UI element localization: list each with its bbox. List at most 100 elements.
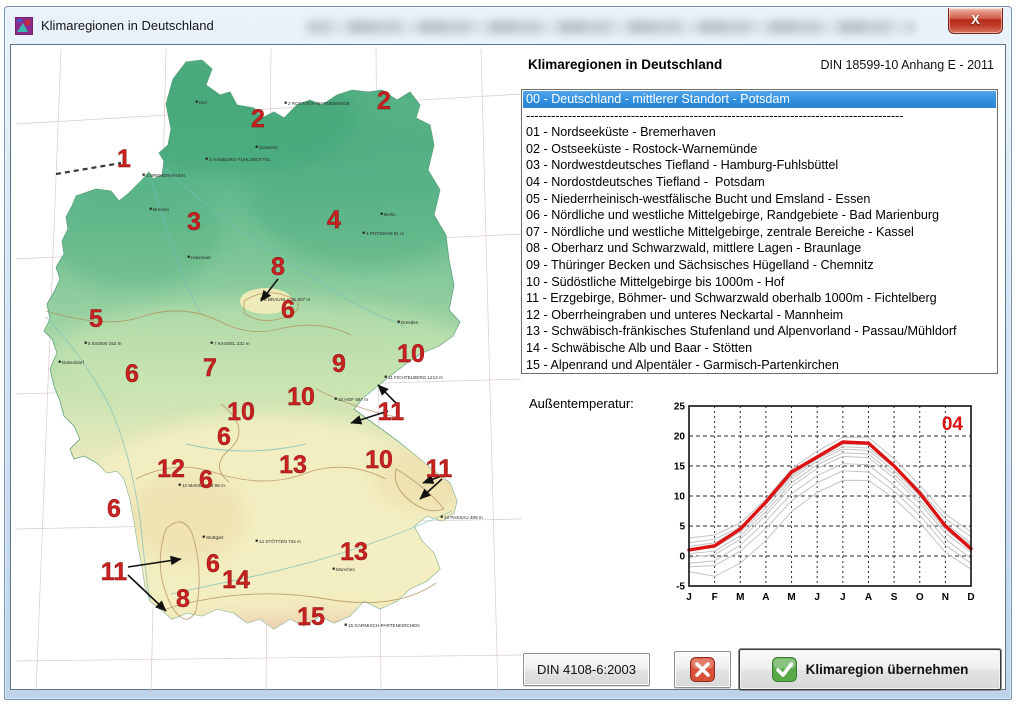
chart-ytick-label: -5 — [676, 582, 685, 593]
city-dot — [345, 624, 347, 626]
blurred-title-text — [305, 20, 915, 34]
region-number: 6 — [281, 296, 295, 324]
listbox-item[interactable]: 13 - Schwäbisch-fränkisches Stufenland u… — [523, 323, 996, 340]
listbox-item[interactable]: 08 - Oberharz und Schwarzwald, mittlere … — [523, 240, 996, 257]
city-label: Düsseldorf — [62, 360, 85, 365]
city-dot — [333, 568, 335, 570]
panel-heading: Klimaregionen in Deutschland — [528, 57, 722, 72]
listbox-item[interactable]: 12 - Oberrheingraben und unteres Neckart… — [523, 307, 996, 324]
region-number: 5 — [89, 305, 103, 333]
chart-ytick-label: 5 — [679, 522, 685, 533]
region-number: 4 — [327, 206, 341, 234]
city-dot — [179, 484, 181, 486]
city-label: Kiel — [199, 100, 207, 105]
city-dot — [59, 361, 61, 363]
region-number: 10 — [227, 398, 255, 426]
city-label: Stuttgart — [206, 535, 224, 540]
city-label: 7 KASSEL 231 m — [214, 341, 250, 346]
city-label: 3 HAMBURG-FUHLSBÜTTEL — [209, 156, 271, 162]
region-number: 7 — [203, 354, 217, 382]
window-icon — [15, 17, 33, 35]
chart-xtick-label: J — [840, 592, 846, 603]
region-number: 6 — [107, 495, 121, 523]
city-label: Dresden — [401, 320, 419, 325]
island-chain — [56, 163, 121, 174]
chart-xtick-label: F — [712, 592, 718, 603]
titlebar: Klimaregionen in Deutschland X — [5, 7, 1011, 44]
listbox-item[interactable]: 06 - Nördliche und westliche Mittelgebir… — [523, 207, 996, 224]
region-number: 15 — [297, 603, 325, 631]
chart-ytick-label: 10 — [674, 492, 686, 503]
region-number: 10 — [287, 383, 315, 411]
chart-ytick-label: 0 — [679, 552, 685, 563]
chart-xtick-label: D — [967, 592, 974, 603]
listbox-item[interactable]: 15 - Alpenrand und Alpentäler - Garmisch… — [523, 357, 996, 374]
city-dot — [398, 321, 400, 323]
listbox-item[interactable]: 04 - Nordostdeutsches Tiefland - Potsdam — [523, 174, 996, 191]
germany-climate-map: Kiel2 ROSTOCK-WARNEMÜNDESchwerin3 HAMBUR… — [16, 49, 521, 694]
region-number: 6 — [217, 423, 231, 451]
listbox-item[interactable]: 05 - Niederrheinisch-westfälische Bucht … — [523, 191, 996, 208]
region-number: 11 — [378, 398, 405, 426]
chart-xtick-label: S — [891, 592, 898, 603]
outside-temperature-label: Außentemperatur: — [529, 396, 634, 411]
cancel-button[interactable] — [674, 651, 731, 688]
din-standard-reference: DIN 18599-10 Anhang E - 2011 — [820, 58, 994, 72]
city-label: 1 BREMERHAVEN — [146, 173, 185, 178]
chart-xtick-label: A — [865, 592, 872, 603]
city-label: Bremen — [153, 207, 170, 212]
apply-climate-region-button[interactable]: Klimaregion übernehmen — [739, 649, 1001, 690]
city-dot — [363, 232, 365, 234]
city-label: 5 ESSEN 152 m — [88, 341, 122, 346]
region-number: 12 — [157, 455, 185, 483]
city-dot — [385, 376, 387, 378]
chart-ytick-label: 15 — [674, 462, 686, 473]
apply-check-icon — [772, 657, 797, 682]
listbox-separator[interactable]: ----------------------------------------… — [523, 108, 996, 125]
listbox-item[interactable]: 10 - Südöstliche Mittelgebirge bis 1000m… — [523, 274, 996, 291]
city-dot — [143, 174, 145, 176]
city-dot — [150, 208, 152, 210]
region-number: 11 — [101, 558, 128, 586]
city-label: 11 FICHTELBERG 1213 m — [388, 375, 443, 380]
city-label: 15 GARMISCH-PARTENKIRCHEN — [348, 623, 420, 628]
listbox-item[interactable]: 11 - Erzgebirge, Böhmer- und Schwarzwald… — [523, 290, 996, 307]
city-dot — [196, 101, 198, 103]
region-listbox[interactable]: 00 - Deutschland - mittlerer Standort - … — [521, 89, 998, 374]
region-number: 6 — [125, 360, 139, 388]
city-dot — [335, 398, 337, 400]
city-label: München — [336, 567, 355, 572]
region-number: 13 — [340, 538, 368, 566]
listbox-item[interactable]: 07 - Nördliche und westliche Mittelgebir… — [523, 224, 996, 241]
listbox-item[interactable]: 14 - Schwäbische Alb und Baar - Stötten — [523, 340, 996, 357]
din-4108-button[interactable]: DIN 4108-6:2003 — [523, 653, 650, 686]
city-label: 10 HOF 567 m — [338, 397, 368, 402]
region-number: 6 — [206, 550, 220, 578]
region-number: 14 — [222, 566, 250, 594]
city-label: 14 STÖTTEN 734 m — [259, 538, 301, 544]
listbox-item[interactable]: 00 - Deutschland - mittlerer Standort - … — [523, 91, 996, 108]
window-title: Klimaregionen in Deutschland — [41, 18, 214, 33]
city-label: 4 POTSDAM 81 m — [366, 231, 404, 236]
city-label: 13 PASSAU 409 m — [444, 515, 483, 520]
listbox-item[interactable]: 03 - Nordwestdeutsches Tiefland - Hambur… — [523, 157, 996, 174]
city-label: Hannover — [191, 255, 211, 260]
close-button[interactable]: X — [948, 8, 1003, 34]
temperature-chart: 2520151050-5JFMAMJJASOND04 — [659, 395, 999, 617]
region-number: 3 — [187, 208, 201, 236]
region-number: 8 — [176, 585, 190, 613]
chart-xtick-label: M — [736, 592, 744, 603]
close-icon: X — [949, 12, 1002, 28]
region-number: 2 — [377, 87, 391, 115]
region-number: 10 — [397, 340, 425, 368]
chart-xtick-label: O — [916, 592, 924, 603]
chart-xtick-label: J — [686, 592, 692, 603]
din-4108-button-label: DIN 4108-6:2003 — [537, 662, 636, 677]
city-dot — [203, 536, 205, 538]
listbox-item[interactable]: 02 - Ostseeküste - Rostock-Warnemünde — [523, 141, 996, 158]
listbox-item[interactable]: 09 - Thüringer Becken und Sächsisches Hü… — [523, 257, 996, 274]
city-label: Schwerin — [259, 145, 278, 150]
listbox-item[interactable]: 01 - Nordseeküste - Bremerhaven — [523, 124, 996, 141]
chart-ytick-label: 20 — [674, 432, 686, 443]
city-dot — [285, 102, 287, 104]
